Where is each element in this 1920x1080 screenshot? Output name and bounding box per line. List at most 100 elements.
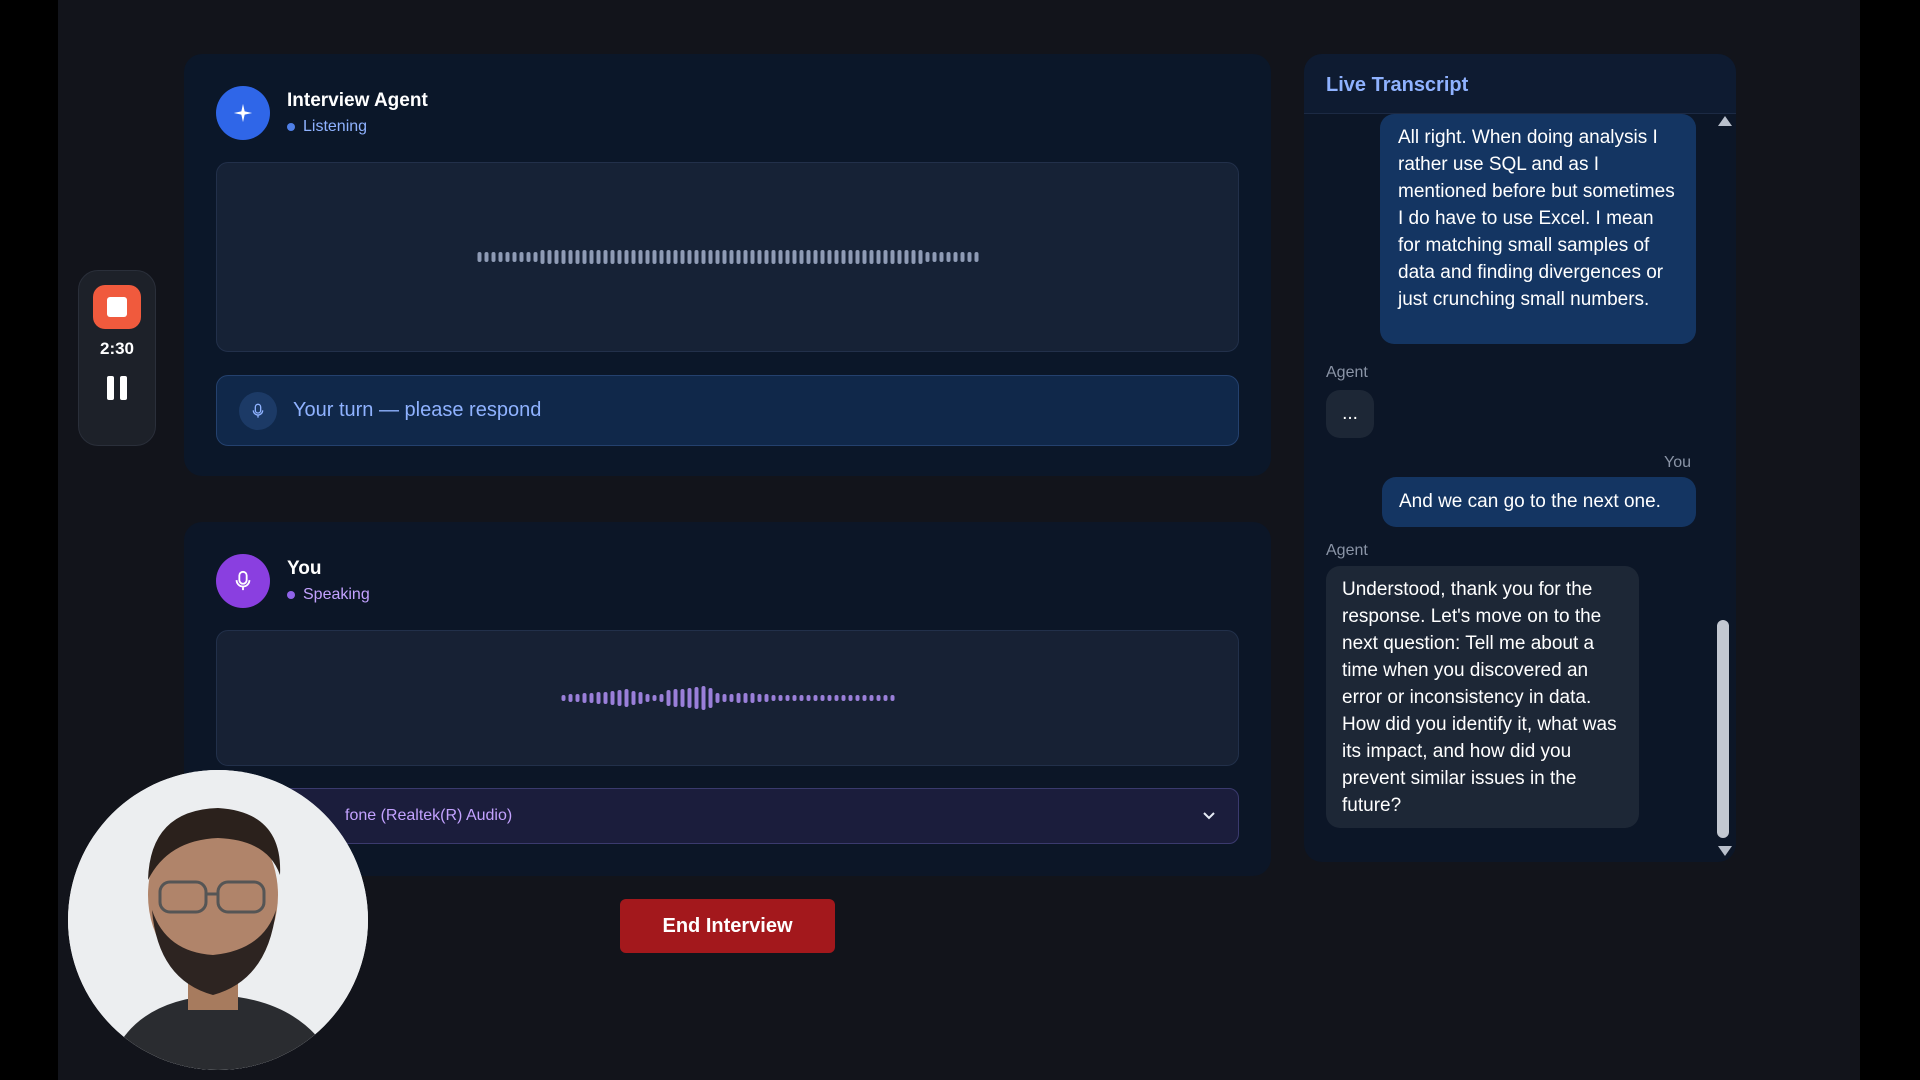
turn-prompt: Your turn — please respond	[293, 399, 542, 421]
waveform-bar	[652, 250, 656, 264]
transcript-body[interactable]: All right. When doing analysis I rather …	[1304, 114, 1712, 862]
pause-icon	[107, 376, 114, 400]
transcript-title: Live Transcript	[1304, 54, 1736, 114]
waveform-bar	[708, 250, 712, 264]
waveform-bar	[778, 250, 782, 264]
waveform-bar	[869, 250, 873, 264]
chevron-down-icon	[1203, 812, 1215, 820]
scroll-up-arrow-icon[interactable]	[1718, 116, 1732, 126]
waveform-bar	[687, 688, 691, 708]
stop-recording-button[interactable]	[93, 285, 141, 329]
transcript-message-you: And we can go to the next one.	[1382, 477, 1696, 527]
waveform-bar	[792, 250, 796, 264]
waveform-bar	[806, 695, 810, 701]
agent-waveform	[477, 250, 978, 264]
waveform-bar	[568, 694, 572, 702]
you-waveform	[561, 686, 894, 710]
stop-icon	[107, 297, 127, 317]
scroll-down-arrow-icon[interactable]	[1718, 846, 1732, 856]
waveform-bar	[785, 250, 789, 264]
waveform-bar	[827, 695, 831, 701]
waveform-bar	[484, 252, 488, 262]
waveform-bar	[820, 250, 824, 264]
waveform-bar	[617, 250, 621, 264]
waveform-bar	[645, 250, 649, 264]
waveform-bar	[547, 250, 551, 264]
waveform-bar	[869, 695, 873, 701]
waveform-bar	[680, 689, 684, 707]
waveform-bar	[729, 250, 733, 264]
waveform-bar	[568, 250, 572, 264]
waveform-bar	[827, 250, 831, 264]
waveform-bar	[645, 694, 649, 702]
waveform-bar	[813, 695, 817, 701]
waveform-bar	[715, 693, 719, 703]
waveform-bar	[960, 252, 964, 262]
live-transcript-panel: Live Transcript All right. When doing an…	[1304, 54, 1736, 862]
waveform-bar	[533, 252, 537, 262]
webcam-person-image	[68, 770, 368, 1070]
waveform-bar	[498, 252, 502, 262]
you-title: You	[287, 558, 322, 579]
waveform-bar	[526, 252, 530, 262]
waveform-bar	[512, 252, 516, 262]
sparkle-icon	[216, 86, 270, 140]
waveform-bar	[687, 250, 691, 264]
waveform-bar	[722, 694, 726, 702]
waveform-bar	[848, 250, 852, 264]
waveform-bar	[855, 250, 859, 264]
transcript-message-you: All right. When doing analysis I rather …	[1380, 114, 1696, 344]
waveform-bar	[771, 695, 775, 701]
waveform-bar	[659, 694, 663, 702]
waveform-bar	[883, 695, 887, 701]
waveform-bar	[680, 250, 684, 264]
waveform-bar	[834, 695, 838, 701]
waveform-bar	[974, 252, 978, 262]
waveform-bar	[610, 250, 614, 264]
waveform-bar	[540, 250, 544, 264]
waveform-bar	[792, 695, 796, 701]
waveform-bar	[596, 250, 600, 264]
waveform-bar	[897, 250, 901, 264]
waveform-bar	[631, 250, 635, 264]
waveform-bar	[764, 694, 768, 702]
transcript-speaker-agent: Agent	[1326, 542, 1368, 559]
waveform-bar	[624, 250, 628, 264]
waveform-bar	[834, 250, 838, 264]
webcam-preview	[68, 770, 368, 1070]
waveform-bar	[953, 252, 957, 262]
waveform-bar	[603, 692, 607, 704]
waveform-bar	[862, 695, 866, 701]
waveform-bar	[659, 250, 663, 264]
agent-title: Interview Agent	[287, 90, 428, 111]
waveform-bar	[589, 250, 593, 264]
waveform-bar	[918, 250, 922, 264]
waveform-bar	[596, 692, 600, 704]
waveform-bar	[771, 250, 775, 264]
waveform-bar	[666, 690, 670, 706]
transcript-message-agent: Understood, thank you for the response. …	[1326, 566, 1639, 828]
waveform-bar	[694, 687, 698, 709]
recording-timer: 2:30	[99, 339, 135, 358]
you-waveform-box	[216, 630, 1239, 766]
waveform-bar	[946, 252, 950, 262]
waveform-bar	[883, 250, 887, 264]
waveform-bar	[519, 252, 523, 262]
waveform-bar	[610, 691, 614, 705]
waveform-bar	[617, 690, 621, 706]
waveform-bar	[743, 693, 747, 703]
waveform-bar	[757, 250, 761, 264]
end-interview-button[interactable]: End Interview	[620, 899, 835, 953]
waveform-bar	[666, 250, 670, 264]
pause-recording-button[interactable]	[102, 373, 132, 403]
waveform-bar	[778, 695, 782, 701]
waveform-bar	[505, 252, 509, 262]
microphone-select-value: fone (Realtek(R) Audio)	[345, 807, 513, 824]
microphone-select[interactable]: fone (Realtek(R) Audio)	[216, 788, 1239, 844]
transcript-speaker-you: You	[1664, 454, 1691, 471]
waveform-bar	[890, 250, 894, 264]
waveform-bar	[799, 250, 803, 264]
waveform-bar	[673, 250, 677, 264]
transcript-scroll-thumb[interactable]	[1717, 620, 1729, 838]
waveform-bar	[848, 695, 852, 701]
